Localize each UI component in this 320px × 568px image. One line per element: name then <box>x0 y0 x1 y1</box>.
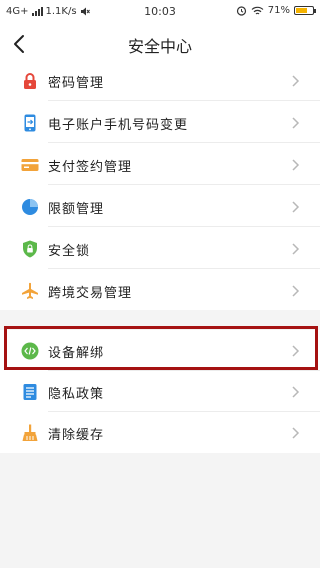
chevron-right-icon <box>292 427 300 439</box>
unbind-device-icon <box>21 342 39 360</box>
card-icon <box>21 159 39 171</box>
lock-icon <box>24 73 36 89</box>
row-clear-cache[interactable]: 清除缓存 <box>0 412 320 453</box>
battery-percent: 71% <box>267 5 290 16</box>
row-label: 密码管理 <box>48 76 105 91</box>
pie-chart-icon <box>22 199 38 215</box>
chevron-right-icon <box>292 345 300 357</box>
row-label: 支付签约管理 <box>48 160 133 175</box>
broom-icon <box>22 424 38 441</box>
chevron-right-icon <box>292 285 300 297</box>
divider <box>48 268 320 269</box>
wifi-icon <box>251 6 264 14</box>
battery-icon <box>294 6 316 15</box>
row-limit-management[interactable]: 限额管理 <box>0 186 320 227</box>
airplane-icon <box>22 282 38 299</box>
row-payment-signing[interactable]: 支付签约管理 <box>0 144 320 185</box>
status-right: 71% <box>236 5 316 16</box>
divider <box>48 226 320 227</box>
chevron-right-icon <box>292 386 300 398</box>
chevron-right-icon <box>292 75 300 87</box>
row-device-unbind[interactable]: 设备解绑 <box>0 330 320 371</box>
alarm-icon <box>236 6 246 16</box>
divider <box>48 184 320 185</box>
nav-bar: 安全中心 <box>0 24 320 64</box>
row-label: 电子账户手机号码变更 <box>48 118 189 133</box>
other-settings-group: 设备解绑 隐私政策 清除缓存 <box>0 330 320 453</box>
row-privacy-policy[interactable]: 隐私政策 <box>0 371 320 412</box>
security-settings-group: 密码管理 电子账户手机号码变更 支付签约管理 限额管理 安全锁 跨境交易管理 <box>0 60 320 310</box>
row-security-lock[interactable]: 安全锁 <box>0 228 320 269</box>
row-label: 清除缓存 <box>48 428 105 443</box>
status-bar: 4G+ 1.1K/s 10:03 71% <box>0 0 320 24</box>
chevron-right-icon <box>292 201 300 213</box>
phone-icon <box>24 114 36 132</box>
chevron-right-icon <box>292 243 300 255</box>
shield-lock-icon <box>23 240 37 258</box>
row-cross-border[interactable]: 跨境交易管理 <box>0 270 320 311</box>
row-password-management[interactable]: 密码管理 <box>0 60 320 101</box>
row-label: 设备解绑 <box>48 346 105 361</box>
row-label: 隐私政策 <box>48 387 105 402</box>
row-label: 安全锁 <box>48 244 91 259</box>
divider <box>48 100 320 101</box>
chevron-right-icon <box>292 159 300 171</box>
divider <box>48 142 320 143</box>
document-icon <box>23 384 37 400</box>
row-label: 跨境交易管理 <box>48 286 133 301</box>
chevron-right-icon <box>292 117 300 129</box>
row-phone-change[interactable]: 电子账户手机号码变更 <box>0 102 320 143</box>
page-title: 安全中心 <box>127 37 192 56</box>
row-label: 限额管理 <box>48 202 105 217</box>
